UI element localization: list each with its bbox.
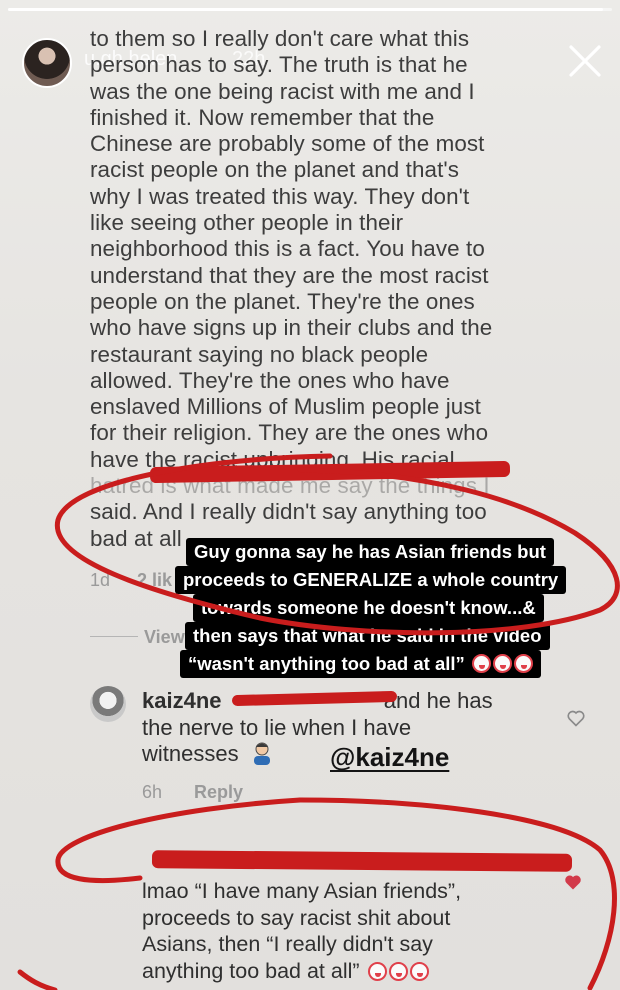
liked-heart-icon[interactable]: [563, 872, 583, 892]
story-avatar[interactable]: [22, 38, 72, 88]
comment-line: Chinese are probably some of the most: [90, 131, 485, 157]
clown-face-icon: [513, 654, 533, 673]
story-caption-line: towards someone he doesn't know...&: [193, 594, 544, 622]
story-progress-bar: [8, 8, 612, 11]
view-replies-divider: [90, 636, 138, 637]
comment-line: understand that they are the most racist: [90, 262, 489, 288]
reply-line: proceeds to say racist shit about: [142, 905, 451, 930]
comment-line: allowed. They're the ones who have: [90, 367, 450, 393]
view-replies-link[interactable]: View: [144, 627, 185, 648]
reply-time: 6h: [142, 782, 163, 802]
reply-line: anything too bad at all”: [142, 958, 360, 983]
reply-line: Asians, then “I really didn't say: [142, 932, 433, 956]
comment-line: racist people on the planet and that's: [90, 157, 460, 183]
reply-avatar[interactable]: [90, 686, 126, 722]
comment-line: restaurant saying no black people: [90, 341, 429, 367]
reply-link[interactable]: Reply: [194, 782, 243, 803]
reply-line: and he has: [383, 688, 493, 713]
like-heart-icon[interactable]: [566, 708, 586, 728]
clown-face-icon: [409, 961, 429, 981]
person-facepalm-icon: [253, 742, 270, 765]
clown-face-icon: [471, 654, 491, 673]
reply-line: lmao “I have many Asian friends”,: [142, 879, 462, 903]
close-button[interactable]: [568, 44, 602, 78]
story-caption-line: Guy gonna say he has Asian friends but: [186, 538, 554, 566]
comment-line: like seeing other people in their: [90, 210, 404, 236]
clown-face-icon: [367, 961, 387, 981]
comment-line: neighborhood this is a fact. You have to: [90, 236, 485, 262]
story-caption-line: “wasn't anything too bad at all”: [180, 650, 541, 678]
mention-sticker[interactable]: @kaiz4ne: [330, 742, 449, 773]
comment-line: why I was treated this way. They don't: [90, 183, 470, 209]
comment-line: enslaved Millions of Muslim people just: [90, 394, 481, 420]
comment-line: finished it. Now remember that the: [90, 104, 435, 130]
close-icon: [569, 45, 601, 77]
second-reply-body: lmao “I have many Asian friends”, procee…: [142, 878, 461, 984]
comment-line: to them so I really don't care what this: [90, 26, 470, 51]
clown-face-icon: [388, 961, 408, 981]
comment-line: person has to say. The truth is that he: [90, 52, 468, 78]
comment-line: was the one being racist with me and I: [90, 78, 475, 104]
comment-likes[interactable]: 2 lik: [137, 570, 172, 591]
reply-line: witnesses: [142, 741, 239, 766]
story-progress-fill: [8, 8, 603, 11]
comment-line: people on the planet. They're the ones: [90, 288, 475, 314]
reply-line: the nerve to lie when I have: [142, 714, 412, 740]
comment-time: 1d: [90, 570, 111, 590]
comment-line: for their religion. They are the ones wh…: [90, 420, 489, 446]
comment-line: said. And I really didn't say anything t…: [90, 499, 487, 525]
reply-username[interactable]: kaiz4ne: [142, 688, 222, 713]
comment-line: who have signs up in their clubs and the: [90, 315, 493, 341]
story-caption-line: then says that what he said in the video: [185, 622, 550, 650]
clown-face-icon: [492, 654, 512, 673]
redaction-scribble: [151, 850, 573, 872]
story-caption-line: proceeds to GENERALIZE a whole country: [175, 566, 567, 594]
